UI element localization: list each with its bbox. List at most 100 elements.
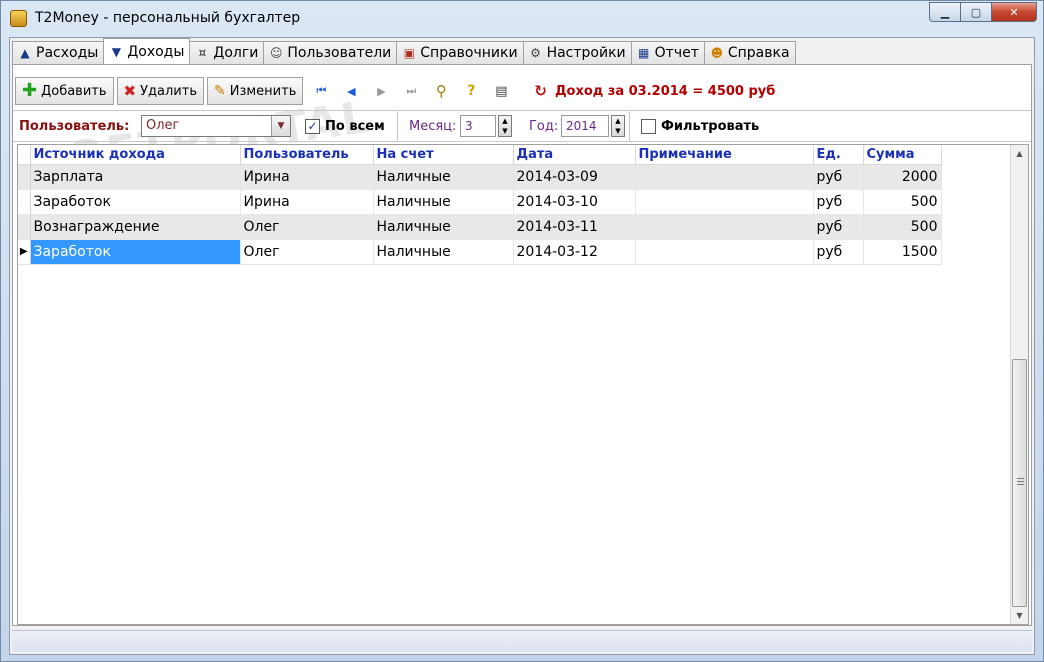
filter-label: Фильтровать — [661, 119, 760, 134]
status-bar — [12, 630, 1032, 652]
table-cell[interactable]: 2014-03-09 — [513, 164, 636, 190]
table-cell[interactable]: 2014-03-10 — [513, 189, 636, 215]
client-area: ▲ Расходы ▼ Доходы ¤ Долги ☺ Пользователи ▣ Справ… — [9, 37, 1035, 655]
table-cell[interactable]: 2014-03-11 — [513, 214, 636, 240]
next-record-button[interactable]: ▶ — [366, 77, 396, 105]
document-icon: ▤ — [495, 83, 508, 99]
scroll-thumb[interactable] — [1012, 359, 1027, 607]
user-select-value: Олег — [146, 118, 180, 133]
table-cell[interactable]: Ирина — [240, 189, 374, 215]
table-cell[interactable] — [635, 214, 814, 240]
table-cell[interactable]: Наличные — [373, 189, 514, 215]
tab-0[interactable]: ▲ Расходы — [12, 41, 105, 64]
add-button[interactable]: ✚ Добавить — [15, 77, 114, 105]
minimize-button[interactable]: ▁ — [929, 2, 961, 22]
title-bar: T2Money - персональный бухгалтер ▁ ▢ ✕ — [1, 1, 1043, 35]
tab-label: Расходы — [36, 45, 99, 61]
prev-record-button[interactable]: ◀ — [336, 77, 366, 105]
column-header[interactable]: Пользователь — [240, 145, 374, 165]
close-button[interactable]: ✕ — [991, 2, 1037, 22]
month-stepper[interactable]: ▲ ▼ — [498, 115, 512, 137]
search-button[interactable]: ⚲ — [426, 77, 456, 105]
users-icon: ☺ — [270, 46, 283, 60]
table-cell[interactable]: Олег — [240, 239, 374, 265]
tab-3[interactable]: ☺ Пользователи — [263, 41, 398, 64]
row-indicator — [18, 189, 31, 215]
table-cell[interactable]: 500 — [863, 214, 942, 240]
window-title: T2Money - персональный бухгалтер — [35, 10, 301, 26]
table-cell[interactable]: Ирина — [240, 164, 374, 190]
column-header[interactable]: На счет — [373, 145, 514, 165]
table-cell[interactable]: руб — [813, 189, 864, 215]
tab-4[interactable]: ▣ Справочники — [396, 41, 524, 64]
table-cell[interactable]: Наличные — [373, 214, 514, 240]
tab-label: Настройки — [546, 45, 626, 61]
first-icon: ⏮ — [316, 84, 327, 97]
column-header[interactable]: Источник дохода — [30, 145, 241, 165]
column-header[interactable]: Сумма — [863, 145, 942, 165]
table-cell[interactable]: Наличные — [373, 164, 514, 190]
search-icon: ⚲ — [435, 82, 447, 100]
table-cell[interactable]: руб — [813, 164, 864, 190]
help-button[interactable]: ? — [456, 77, 486, 105]
question-icon: ? — [467, 83, 476, 99]
vertical-scrollbar[interactable]: ▲ ▼ — [1010, 145, 1028, 624]
table-cell[interactable]: Заработок — [30, 239, 241, 265]
last-record-button[interactable]: ⏭ — [396, 77, 426, 105]
document-button[interactable]: ▤ — [486, 77, 516, 105]
first-record-button[interactable]: ⏮ — [306, 77, 336, 105]
maximize-button[interactable]: ▢ — [960, 2, 992, 22]
month-input[interactable]: 3 — [460, 115, 496, 137]
table-row[interactable]: ▶ Заработок Олег Наличные 2014-03-12 руб 1500 — [18, 239, 942, 265]
triangle-down-icon: ▼ — [111, 44, 121, 59]
table-cell[interactable] — [635, 239, 814, 265]
column-header[interactable]: Ед. — [813, 145, 864, 165]
table-cell[interactable]: 1500 — [863, 239, 942, 265]
filter-checkbox[interactable] — [641, 119, 656, 134]
income-panel: SOFTPORTAL ✚ Добавить ✖ Удалить ✎ Измени… — [12, 64, 1032, 626]
refresh-icon: ↻ — [534, 82, 547, 100]
report-icon: ▦ — [637, 46, 650, 60]
year-input[interactable]: 2014 — [561, 115, 609, 137]
delete-button[interactable]: ✖ Удалить — [116, 77, 204, 105]
table-cell[interactable]: 2014-03-12 — [513, 239, 636, 265]
table-cell[interactable]: Олег — [240, 214, 374, 240]
tab-5[interactable]: ⚙ Настройки — [522, 41, 632, 64]
column-header[interactable]: Дата — [513, 145, 636, 165]
table-cell[interactable]: руб — [813, 239, 864, 265]
tab-1[interactable]: ▼ Доходы — [103, 38, 191, 64]
column-header[interactable]: Примечание — [635, 145, 814, 165]
chevron-down-icon[interactable]: ▼ — [271, 116, 290, 136]
income-grid[interactable]: Источник дохода Пользователь На счет Дата Пр… — [17, 144, 1029, 625]
tab-label: Справочники — [420, 45, 518, 61]
scroll-down-icon[interactable]: ▼ — [1011, 607, 1028, 624]
all-users-checkbox[interactable]: ✓ — [305, 119, 320, 134]
table-cell[interactable]: руб — [813, 214, 864, 240]
table-row[interactable]: Заработок Ирина Наличные 2014-03-10 руб 500 — [18, 189, 942, 215]
tab-6[interactable]: ▦ Отчет — [630, 41, 705, 64]
table-cell[interactable]: Вознаграждение — [30, 214, 241, 240]
table-cell[interactable]: Зарплата — [30, 164, 241, 190]
add-button-label: Добавить — [41, 83, 107, 99]
tab-label: Пользователи — [287, 45, 392, 61]
prev-icon: ◀ — [347, 84, 356, 98]
tab-label: Долги — [213, 45, 259, 61]
scroll-up-icon[interactable]: ▲ — [1011, 145, 1028, 162]
tab-7[interactable]: ☻ Справка — [703, 41, 796, 64]
table-cell[interactable]: Наличные — [373, 239, 514, 265]
user-select[interactable]: Олег ▼ — [141, 115, 291, 137]
table-cell[interactable] — [635, 164, 814, 190]
tab-2[interactable]: ¤ Долги — [189, 41, 265, 64]
table-cell[interactable]: 500 — [863, 189, 942, 215]
year-stepper[interactable]: ▲ ▼ — [611, 115, 625, 137]
tab-label: Отчет — [654, 45, 699, 61]
table-cell[interactable]: Заработок — [30, 189, 241, 215]
table-cell[interactable]: 2000 — [863, 164, 942, 190]
pencil-icon: ✎ — [214, 83, 226, 99]
table-row[interactable]: Зарплата Ирина Наличные 2014-03-09 руб 2000 — [18, 164, 942, 190]
app-window: T2Money - персональный бухгалтер ▁ ▢ ✕ ▲… — [0, 0, 1044, 662]
edit-button[interactable]: ✎ Изменить — [207, 77, 304, 105]
row-indicator-header — [18, 145, 31, 165]
table-cell[interactable] — [635, 189, 814, 215]
table-row[interactable]: Вознаграждение Олег Наличные 2014-03-11 руб 5… — [18, 214, 942, 240]
